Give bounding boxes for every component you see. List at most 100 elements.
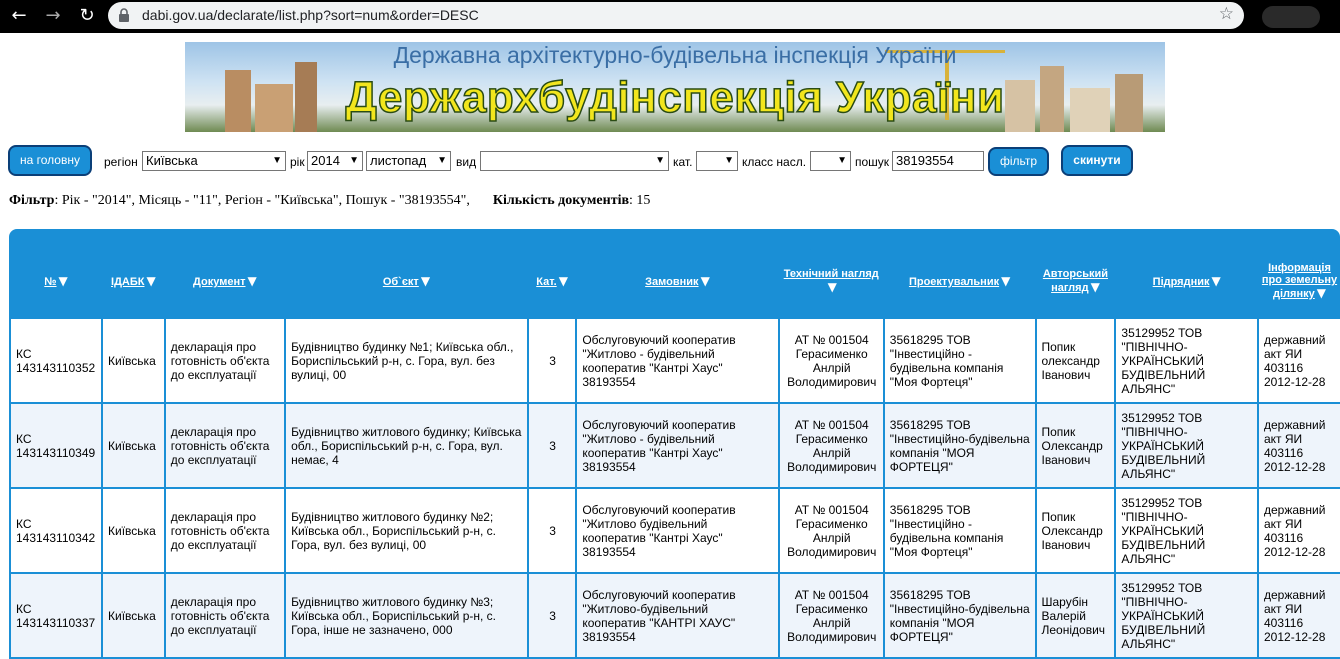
document-count-value: : 15	[629, 193, 651, 208]
cell-number: КС 143143110352	[11, 319, 102, 402]
type-select[interactable]: ▼	[480, 151, 669, 171]
table-top-bar	[9, 229, 1340, 243]
cell-number: КС 143143110349	[11, 404, 102, 487]
cell-author-supervision: Шарубін Валерій Леонідович	[1036, 574, 1115, 657]
cell-document: декларація про готовність об'єкта до екс…	[165, 404, 285, 487]
column-header-object[interactable]: Об`єкт ▼	[286, 245, 527, 317]
column-header-label: ІДАБК	[111, 276, 145, 288]
cell-designer: 35618295 ТОВ "Інвестиційно-будівельна ко…	[884, 404, 1035, 487]
column-header-category[interactable]: Кат. ▼	[528, 245, 576, 317]
column-header-label: Об`єкт	[382, 276, 419, 288]
home-button[interactable]: на головну	[8, 145, 92, 176]
sort-down-triangle-icon: ▼	[1316, 286, 1326, 300]
cell-number: КС 143143110337	[11, 574, 102, 657]
reset-button[interactable]: скинути	[1061, 145, 1133, 176]
column-header-designer[interactable]: Проектувальник ▼	[884, 245, 1035, 317]
chevron-down-icon: ▼	[837, 155, 847, 166]
cell-land-info: державний акт ЯИ 403116 2012-12-28	[1259, 404, 1340, 487]
filter-summary: Фільтр: Рік - "2014", Місяць - "11", Рег…	[9, 193, 650, 209]
sort-down-triangle-icon: ▼	[1211, 274, 1221, 288]
profile-avatar[interactable]	[1262, 6, 1320, 28]
cell-idabk: Київська	[103, 574, 164, 657]
filter-summary-label: Фільтр	[9, 193, 55, 208]
column-header-tech-supervision[interactable]: Технічний нагляд▼	[779, 245, 883, 317]
column-header-author-supervision[interactable]: Авторський нагляд ▼	[1036, 245, 1115, 317]
cell-contractor: 35129952 ТОВ "ПІВНІЧНО-УКРАЇНСЬКИЙ БУДІВ…	[1116, 404, 1257, 487]
search-label: пошук	[855, 155, 890, 169]
address-bar[interactable]: dabi.gov.ua/declarate/list.php?sort=num&…	[108, 2, 1244, 29]
star-icon[interactable]: ☆	[1219, 4, 1234, 24]
cell-idabk: Київська	[103, 404, 164, 487]
category-select[interactable]: ▼	[696, 151, 738, 171]
column-header-label: №	[44, 276, 57, 288]
cell-tech-supervision: АТ № 001504 Герасименко Анлрій Володимир…	[779, 574, 883, 657]
cell-author-supervision: Попик олександр Іванович	[1036, 319, 1115, 402]
reload-icon[interactable]: ↻	[76, 5, 98, 27]
search-input[interactable]: 38193554	[892, 151, 984, 171]
declarations-table: № ▼ ІДАБК ▼ Документ ▼ Об`єкт ▼ Кат. ▼ Замовн…	[9, 243, 1340, 659]
table-row: КС 143143110342 Київська декларація про …	[11, 489, 1340, 572]
cell-land-info: державний акт ЯИ 403116 2012-12-28	[1259, 489, 1340, 572]
document-count-label: Кількість документів	[492, 193, 630, 208]
cell-contractor: 35129952 ТОВ "ПІВНІЧНО-УКРАЇНСЬКИЙ БУДІВ…	[1116, 574, 1257, 657]
forward-arrow-icon[interactable]: →	[42, 5, 64, 27]
region-select-value: Київська	[146, 153, 198, 168]
sort-down-triangle-icon: ▼	[58, 274, 68, 288]
column-header-label: Замовник	[645, 276, 699, 288]
column-header-contractor[interactable]: Підрядник ▼	[1116, 245, 1257, 317]
cell-object: Будівництво житлового будинку; Київська …	[286, 404, 527, 487]
column-header-label: Технічний нагляд	[783, 268, 879, 280]
cell-customer: Обслуговуючий кооператив "Житлово будіве…	[577, 489, 778, 572]
cell-tech-supervision: АТ № 001504 Герасименко Анлрій Володимир…	[779, 489, 883, 572]
year-label: рік	[290, 155, 305, 169]
cell-object: Будівництво житлового будинку №3; Київсь…	[286, 574, 527, 657]
filter-summary-text: : Рік - "2014", Місяць - "11", Регіон - …	[54, 193, 470, 208]
column-header-land-info[interactable]: Інформація про земельну ділянку ▼	[1259, 245, 1340, 317]
browser-toolbar: ← → ↻ dabi.gov.ua/declarate/list.php?sor…	[0, 0, 1340, 33]
month-select-value: листопад	[370, 153, 427, 168]
cell-document: декларація про готовність об'єкта до екс…	[165, 574, 285, 657]
lock-icon	[119, 8, 129, 22]
cell-idabk: Київська	[103, 319, 164, 402]
cell-author-supervision: Попик Олександр Іванович	[1036, 404, 1115, 487]
cell-customer: Обслуговуючий кооператив "Житлово - буді…	[577, 319, 778, 402]
column-header-number[interactable]: № ▼	[11, 245, 102, 317]
region-select[interactable]: Київська ▼	[142, 151, 286, 171]
cell-designer: 35618295 ТОВ "Інвестиційно - будівельна …	[884, 489, 1035, 572]
cell-designer: 35618295 ТОВ "Інвестиційно-будівельна ко…	[884, 574, 1035, 657]
cell-land-info: державний акт ЯИ 403116 2012-12-28	[1259, 319, 1340, 402]
cell-contractor: 35129952 ТОВ "ПІВНІЧНО-УКРАЇНСЬКИЙ БУДІВ…	[1116, 489, 1257, 572]
sort-down-triangle-icon: ▼	[827, 280, 837, 294]
class-label: класс насл.	[742, 155, 807, 169]
cell-tech-supervision: АТ № 001504 Герасименко Анлрій Володимир…	[779, 404, 883, 487]
sort-down-triangle-icon: ▼	[146, 274, 156, 288]
banner-title: Держархбудінспекція України	[345, 72, 1005, 123]
cell-customer: Обслуговуючий кооператив "Житлово-будіве…	[577, 574, 778, 657]
type-label: вид	[456, 155, 477, 169]
sort-down-triangle-icon: ▼	[700, 274, 710, 288]
cell-category: 3	[528, 489, 576, 572]
cell-category: 3	[528, 404, 576, 487]
chevron-down-icon: ▼	[724, 155, 734, 166]
cell-object: Будівництво житлового будинку №2; Київсь…	[286, 489, 527, 572]
column-header-document[interactable]: Документ ▼	[165, 245, 285, 317]
back-arrow-icon[interactable]: ←	[8, 5, 30, 27]
sort-down-triangle-icon: ▼	[247, 274, 257, 288]
chevron-down-icon: ▼	[272, 155, 282, 166]
year-select-value: 2014	[311, 153, 340, 168]
column-header-customer[interactable]: Замовник ▼	[577, 245, 778, 317]
cell-tech-supervision: АТ № 001504 Герасименко Анлрій Володимир…	[779, 319, 883, 402]
year-select[interactable]: 2014 ▼	[307, 151, 363, 171]
cell-category: 3	[528, 319, 576, 402]
cell-author-supervision: Попик Олександр Іванович	[1036, 489, 1115, 572]
sort-down-triangle-icon: ▼	[420, 274, 431, 288]
cell-designer: 35618295 ТОВ "Інвестиційно - будівельна …	[884, 319, 1035, 402]
chevron-down-icon: ▼	[349, 155, 359, 166]
column-header-idabk[interactable]: ІДАБК ▼	[103, 245, 164, 317]
filter-button[interactable]: фільтр	[988, 147, 1049, 176]
month-select[interactable]: листопад ▼	[366, 151, 451, 171]
table-row: КС 143143110337 Київська декларація про …	[11, 574, 1340, 657]
column-header-label: Документ	[193, 276, 246, 288]
class-select[interactable]: ▼	[810, 151, 851, 171]
cell-object: Будівництво будинку №1; Київська обл., Б…	[286, 319, 527, 402]
